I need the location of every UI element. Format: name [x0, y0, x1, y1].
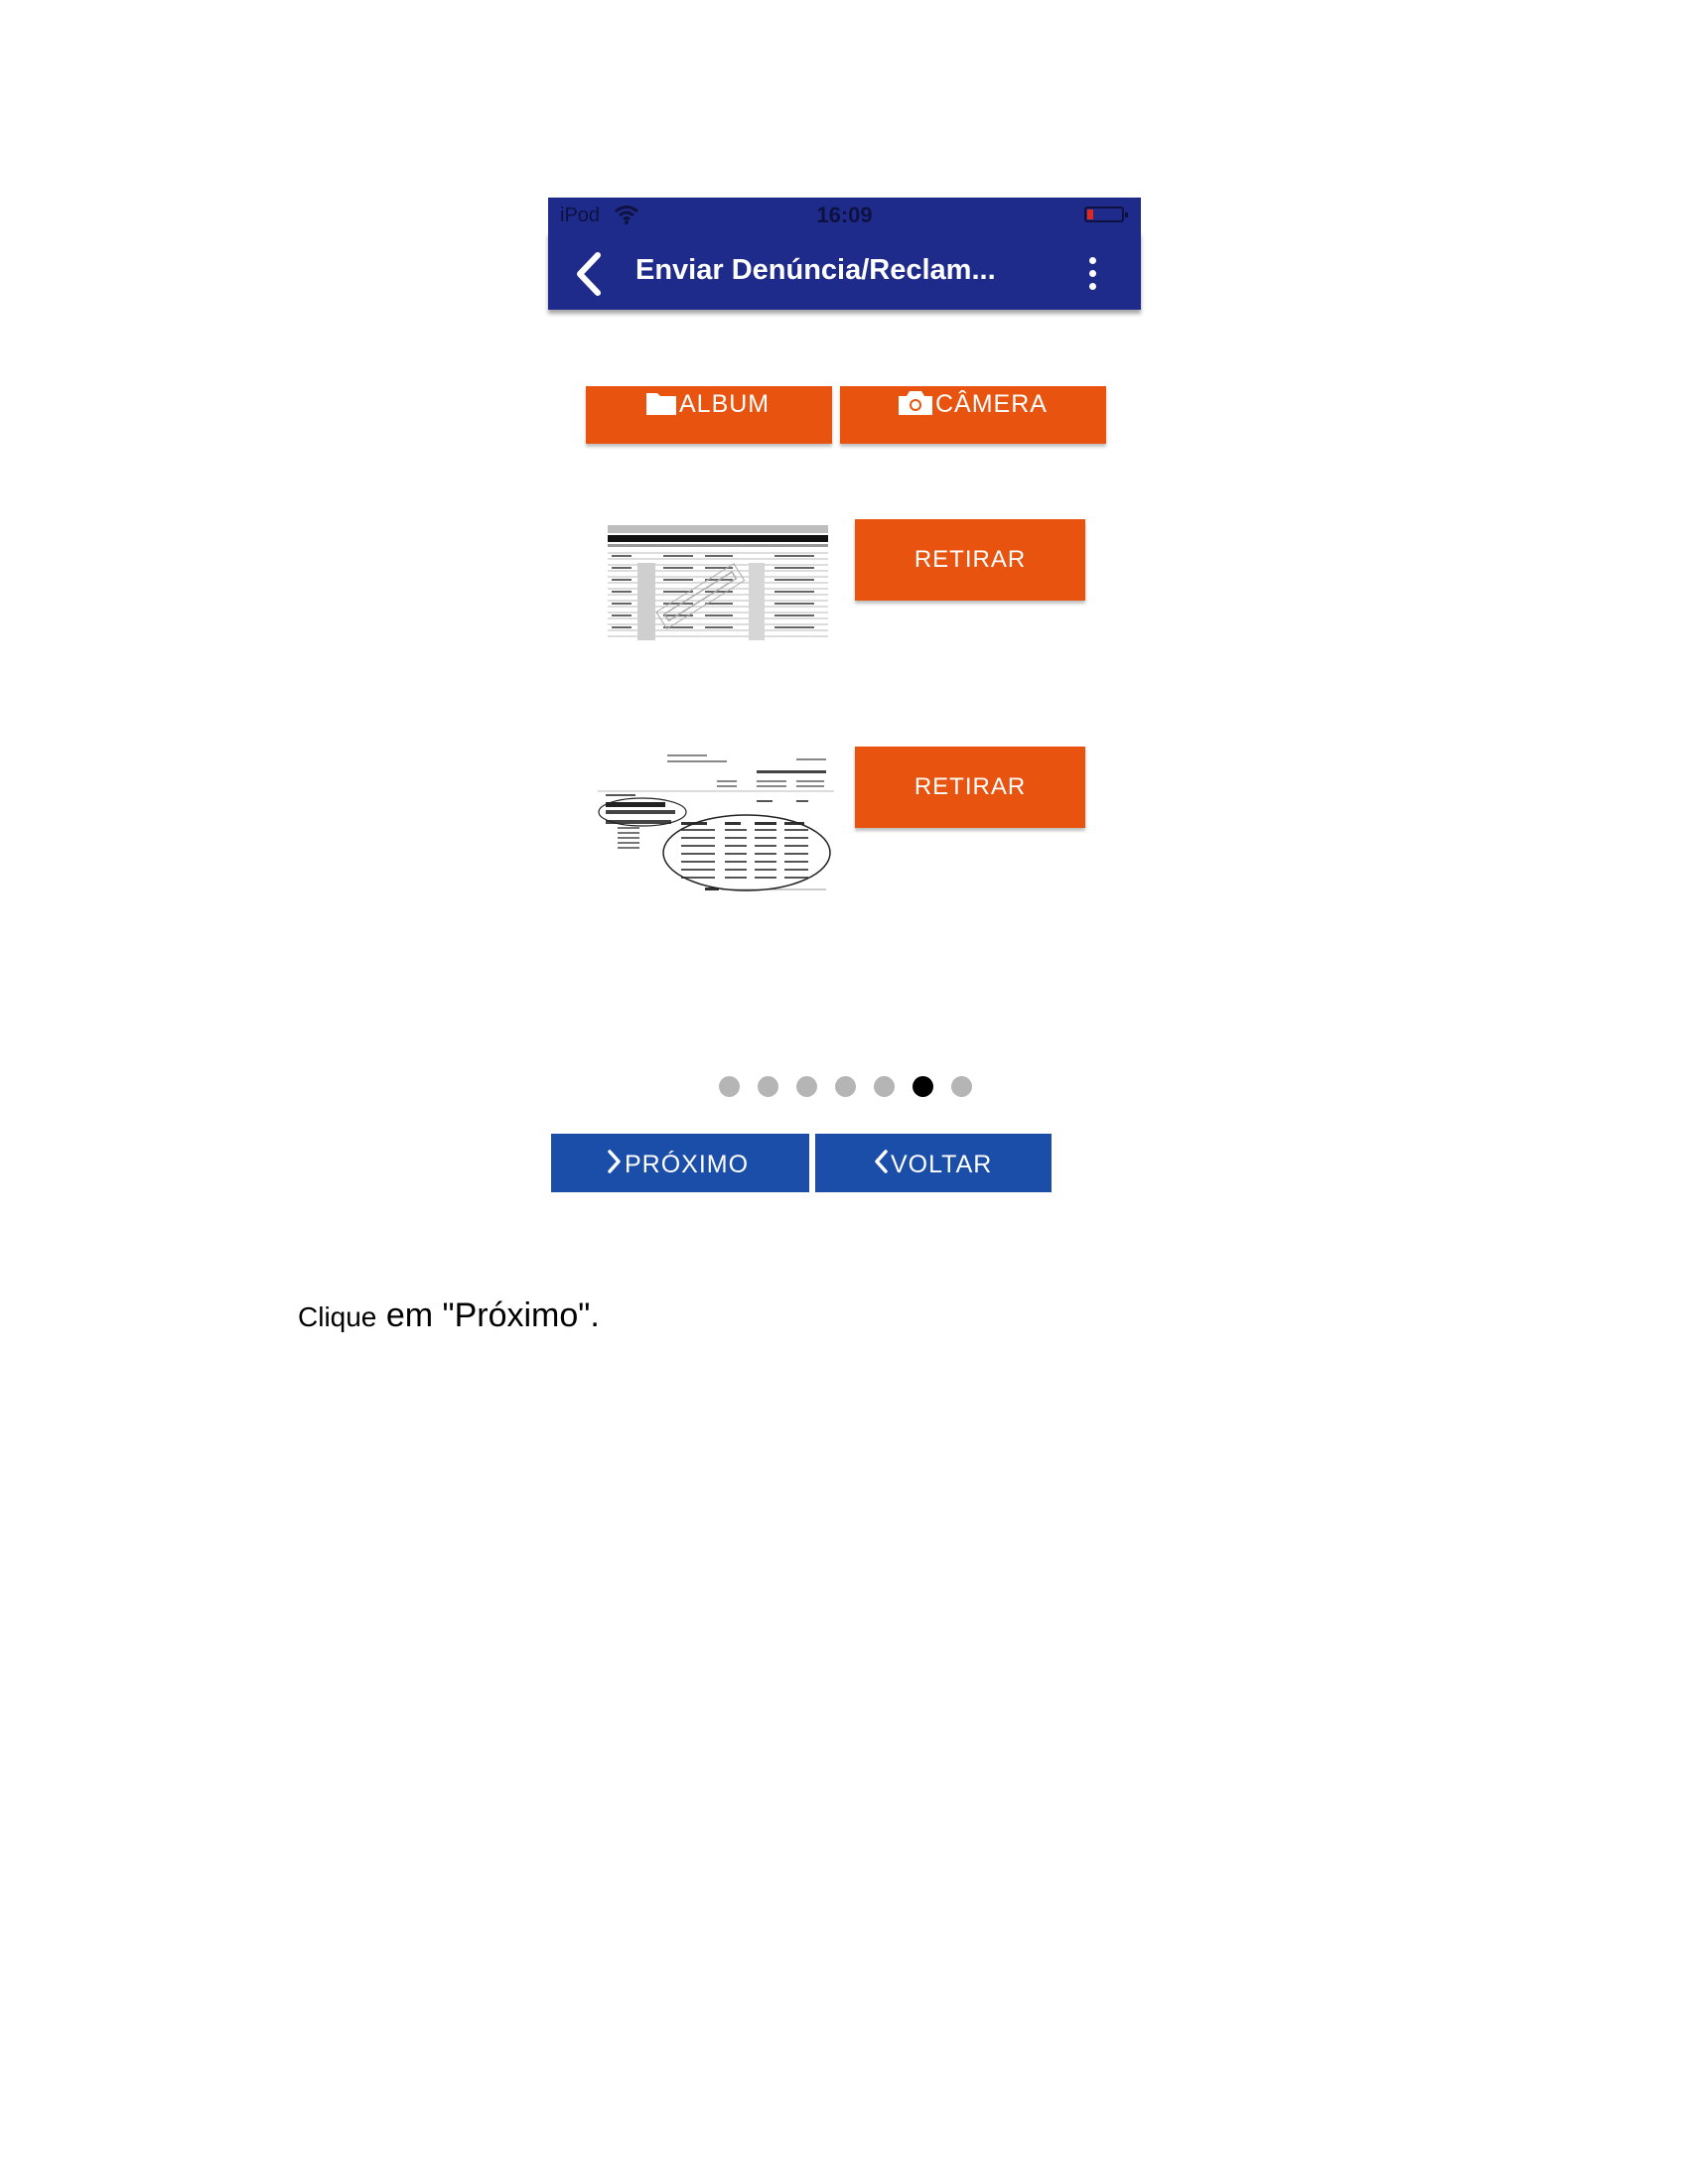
folder-icon [646, 393, 676, 415]
next-label: PRÓXIMO [625, 1151, 750, 1178]
back-button[interactable]: VOLTAR [815, 1134, 1052, 1192]
page-dot[interactable] [758, 1076, 778, 1097]
battery-icon [1084, 206, 1128, 222]
page-dot[interactable] [874, 1076, 895, 1097]
camera-button[interactable]: CÂMERA [840, 386, 1106, 444]
app-bar: Enviar Denúncia/Reclam... [548, 231, 1141, 310]
page-dot[interactable] [719, 1076, 740, 1097]
back-label: VOLTAR [891, 1151, 993, 1178]
back-arrow-icon[interactable] [574, 251, 604, 297]
status-time: 16:09 [816, 203, 873, 227]
instruction-caption: Clique em "Próximo". [298, 1297, 600, 1335]
album-button[interactable]: ALBUM [586, 386, 832, 444]
caption-part-1: Clique [298, 1301, 377, 1332]
attachment-thumbnail-1 [606, 523, 832, 642]
page-dot[interactable] [951, 1076, 972, 1097]
remove-attachment-button[interactable]: RETIRAR [855, 747, 1085, 828]
page-title: Enviar Denúncia/Reclam... [635, 254, 996, 286]
status-bar: iPod 16:09 [548, 198, 1141, 231]
invoice-table-image [608, 525, 828, 640]
remove-attachment-button[interactable]: RETIRAR [855, 519, 1085, 601]
page-dot[interactable] [796, 1076, 817, 1097]
page-dot[interactable] [835, 1076, 856, 1097]
next-button[interactable]: PRÓXIMO [551, 1134, 809, 1192]
camera-label: CÂMERA [935, 390, 1048, 418]
chevron-left-icon [875, 1150, 888, 1173]
invoice-detail-image [598, 754, 834, 891]
more-vertical-icon[interactable] [1084, 257, 1100, 291]
camera-icon [899, 391, 932, 415]
caption-part-2: em "Próximo". [376, 1297, 600, 1334]
page-dot-active[interactable] [913, 1076, 933, 1097]
chevron-right-icon [608, 1150, 621, 1173]
album-label: ALBUM [679, 390, 771, 418]
attachment-thumbnail-2 [598, 751, 834, 893]
